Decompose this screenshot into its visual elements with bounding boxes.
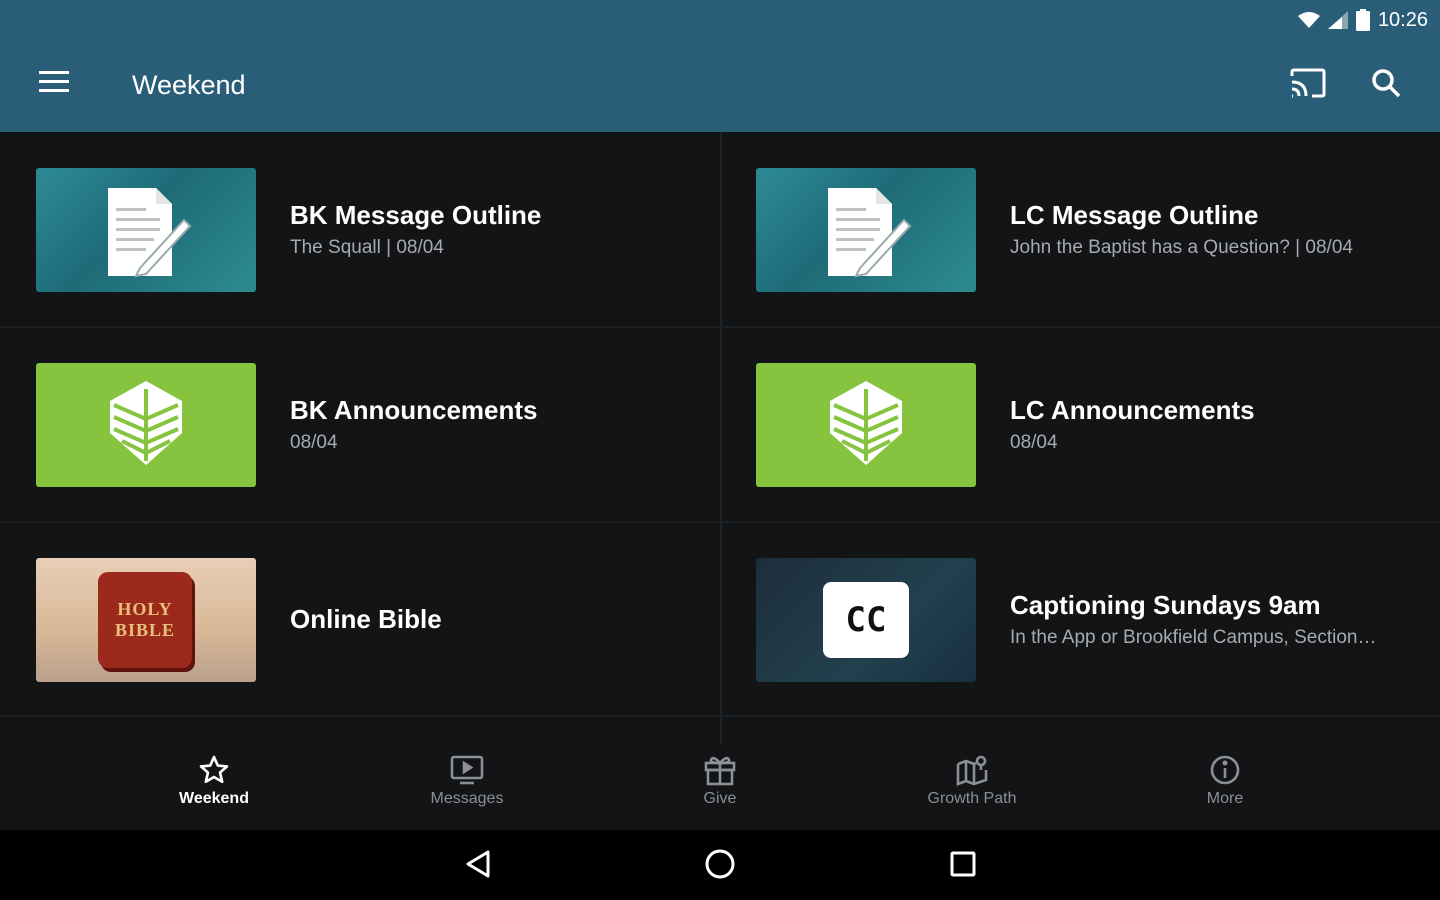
recents-square-icon [949,850,977,883]
card-subtitle: 08/04 [290,431,338,453]
back-button[interactable] [454,844,502,888]
card-subtitle: In the App or Brookfield Campus, Section… [1010,626,1377,648]
cast-button[interactable] [1284,62,1332,108]
card-text: Online Bible [290,522,700,716]
card-bk-message-outline[interactable]: BK Message Outline The Squall | 08/04 [0,132,720,326]
card-thumbnail: HOLY BIBLE [36,558,256,682]
nav-label: Give [703,790,737,807]
card-text: LC Announcements 08/04 [1010,327,1420,521]
card-title: Captioning Sundays 9am [1010,589,1321,620]
battery-icon [1355,9,1370,31]
video-icon [450,754,484,786]
card-title: Online Bible [290,603,442,634]
system-nav-bar [0,830,1440,900]
nav-more[interactable]: More [1145,754,1305,824]
card-title: BK Message Outline [290,199,542,230]
search-button[interactable] [1362,62,1410,108]
card-title: BK Announcements [290,394,538,425]
app-bar: 10:26 Weekend [0,0,1440,132]
star-icon [198,754,230,786]
row-divider [0,715,1440,717]
menu-button[interactable] [30,64,78,104]
hamburger-icon [39,70,69,98]
card-thumbnail [36,168,256,292]
card-lc-message-outline[interactable]: LC Message Outline John the Baptist has … [720,132,1440,326]
recents-button[interactable] [939,844,987,888]
gift-icon [703,754,737,786]
card-subtitle: The Squall | 08/04 [290,236,444,258]
card-lc-announcements[interactable]: LC Announcements 08/04 [720,327,1440,521]
card-subtitle: 08/04 [1010,431,1058,453]
home-circle-icon [704,848,736,885]
nav-label: More [1206,790,1244,807]
nav-messages[interactable]: Messages [387,754,547,824]
leaf-logo-icon [826,379,906,472]
cast-icon [1290,68,1326,103]
card-online-bible[interactable]: HOLY BIBLE Online Bible [0,522,720,716]
card-title: LC Message Outline [1010,199,1259,230]
bible-text-line: HOLY [117,599,173,619]
signal-icon [1327,11,1348,29]
map-pin-icon [955,754,989,786]
leaf-logo-icon [106,379,186,472]
bottom-navigation: Weekend Messages Give Growth Path More [0,744,1440,830]
nav-label: Weekend [179,790,249,807]
card-thumbnail [36,363,256,487]
app-root: 10:26 Weekend BK Message Outline The Squ… [0,0,1440,900]
status-bar: 10:26 [1297,6,1428,34]
card-captioning-sundays[interactable]: CC Captioning Sundays 9am In the App or … [720,522,1440,716]
nav-label: Messages [430,790,504,807]
column-divider [720,132,722,744]
nav-weekend[interactable]: Weekend [134,754,294,824]
document-icon [100,184,196,285]
card-title: LC Announcements [1010,394,1255,425]
cc-text: CC [845,600,887,640]
card-text: LC Message Outline John the Baptist has … [1010,132,1420,326]
status-time: 10:26 [1377,8,1428,31]
card-text: BK Announcements 08/04 [290,327,700,521]
nav-give[interactable]: Give [640,754,800,824]
back-triangle-icon [464,849,492,884]
card-thumbnail [756,168,976,292]
page-title: Weekend [132,70,246,100]
home-button[interactable] [696,844,744,888]
nav-label: Growth Path [927,790,1017,807]
card-subtitle: John the Baptist has a Question? | 08/04 [1010,236,1353,258]
card-thumbnail [756,363,976,487]
wifi-icon [1297,11,1320,29]
document-icon [820,184,916,285]
card-text: BK Message Outline The Squall | 08/04 [290,132,700,326]
nav-growth-path[interactable]: Growth Path [892,754,1052,824]
card-thumbnail: CC [756,558,976,682]
search-icon [1371,68,1401,103]
card-text: Captioning Sundays 9am In the App or Bro… [1010,522,1420,716]
bible-text-line: BIBLE [114,620,176,640]
holy-bible-book: HOLY BIBLE [98,572,192,668]
row-divider [0,326,1440,328]
cc-icon: CC [823,582,909,658]
row-divider [0,521,1440,523]
info-icon [1209,754,1241,786]
card-bk-announcements[interactable]: BK Announcements 08/04 [0,327,720,521]
